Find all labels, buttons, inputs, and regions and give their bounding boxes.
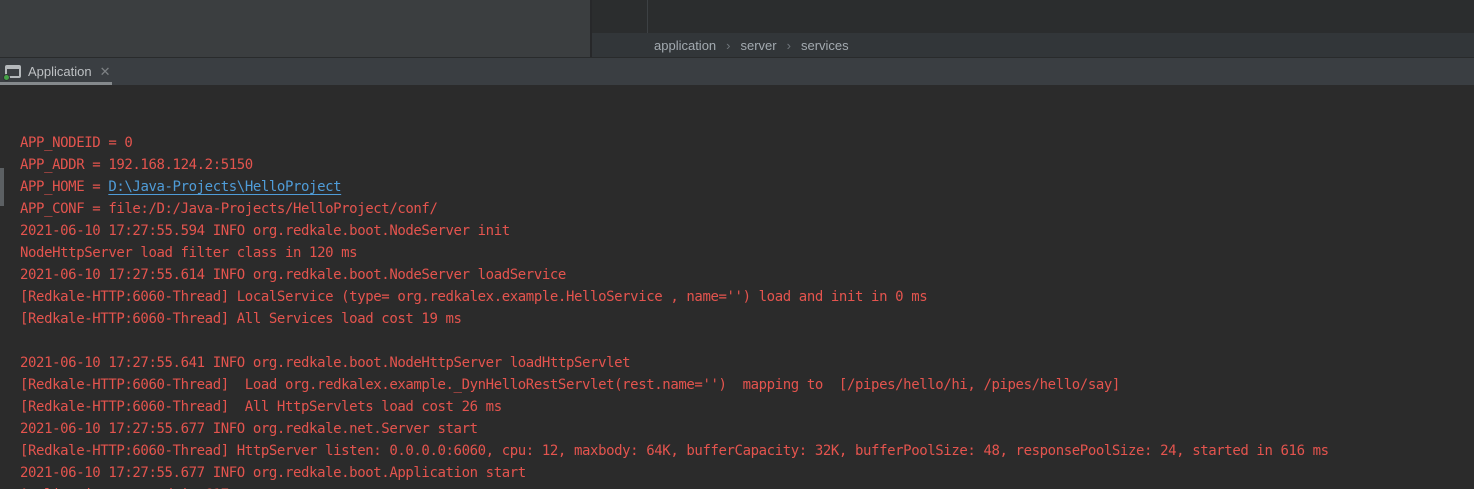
breadcrumb-item-application[interactable]: application — [654, 38, 716, 53]
console-line: 2021-06-10 17:27:55.677 INFO org.redkale… — [20, 462, 1474, 484]
console-line: APP_HOME = D:\Java-Projects\HelloProject — [20, 176, 1474, 198]
console-line: [Redkale-HTTP:6060-Thread] All Services … — [20, 308, 1474, 330]
app-home-link[interactable]: D:\Java-Projects\HelloProject — [108, 179, 341, 195]
console-line: NodeHttpServer load filter class in 120 … — [20, 242, 1474, 264]
log-text: 2021-06-10 17:27:55.641 INFO org.redkale… — [20, 355, 630, 371]
tab-label: Application — [28, 64, 92, 79]
run-console-icon — [5, 65, 21, 78]
console-line: 2021-06-10 17:27:55.614 INFO org.redkale… — [20, 264, 1474, 286]
console-line — [20, 330, 1474, 352]
breadcrumb-item-server[interactable]: server — [741, 38, 777, 53]
console-panel: APP_NODEID = 0 APP_ADDR = 192.168.124.2:5… — [0, 85, 1474, 489]
breadcrumb-item-services[interactable]: services — [801, 38, 849, 53]
editor-panel-right — [592, 0, 1474, 33]
log-text: [Redkale-HTTP:6060-Thread] All Services … — [20, 311, 462, 327]
console-line: [Redkale-HTTP:6060-Thread] All HttpServl… — [20, 396, 1474, 418]
log-text: APP_ADDR = 192.168.124.2:5150 — [20, 157, 253, 173]
console-line: [Redkale-HTTP:6060-Thread] HttpServer li… — [20, 440, 1474, 462]
console-line: 2021-06-10 17:27:55.594 INFO org.redkale… — [20, 220, 1474, 242]
log-text: APP_HOME = — [20, 179, 108, 195]
console-line: Application started in 617 ms — [20, 484, 1474, 489]
log-text: NodeHttpServer load filter class in 120 … — [20, 245, 357, 261]
tab-application[interactable]: Application ✕ — [0, 59, 119, 83]
run-toolwindow-tab-bar: Application ✕ — [0, 57, 1474, 85]
running-status-dot — [3, 74, 10, 81]
log-text: [Redkale-HTTP:6060-Thread] LocalService … — [20, 289, 927, 305]
console-output: APP_NODEID = 0 APP_ADDR = 192.168.124.2:5… — [20, 132, 1474, 489]
console-line: [Redkale-HTTP:6060-Thread] LocalService … — [20, 286, 1474, 308]
console-line: [Redkale-HTTP:6060-Thread] Load org.redk… — [20, 374, 1474, 396]
log-text: 2021-06-10 17:27:55.677 INFO org.redkale… — [20, 421, 478, 437]
console-line: 2021-06-10 17:27:55.641 INFO org.redkale… — [20, 352, 1474, 374]
log-text: [Redkale-HTTP:6060-Thread] All HttpServl… — [20, 399, 502, 415]
console-line: APP_CONF = file:/D:/Java-Projects/HelloP… — [20, 198, 1474, 220]
breadcrumb-separator: › — [787, 38, 791, 53]
editor-panel-left — [0, 0, 590, 57]
log-text: [Redkale-HTTP:6060-Thread] Load org.redk… — [20, 377, 1120, 393]
editor-divider-line — [647, 0, 648, 33]
log-text: 2021-06-10 17:27:55.594 INFO org.redkale… — [20, 223, 510, 239]
log-text: 2021-06-10 17:27:55.614 INFO org.redkale… — [20, 267, 566, 283]
tab-close-icon[interactable]: ✕ — [100, 65, 111, 78]
scrollbar-thumb-vertical[interactable] — [0, 168, 4, 206]
breadcrumb-separator: › — [726, 38, 730, 53]
log-text: [Redkale-HTTP:6060-Thread] HttpServer li… — [20, 443, 1329, 459]
console-line: 2021-06-10 17:27:55.677 INFO org.redkale… — [20, 418, 1474, 440]
console-line: APP_NODEID = 0 — [20, 132, 1474, 154]
log-text: APP_CONF = file:/D:/Java-Projects/HelloP… — [20, 201, 438, 217]
log-text: 2021-06-10 17:27:55.677 INFO org.redkale… — [20, 465, 526, 481]
console-line: APP_ADDR = 192.168.124.2:5150 — [20, 154, 1474, 176]
log-text: APP_NODEID = 0 — [20, 135, 132, 151]
breadcrumb: application › server › services — [592, 33, 1474, 57]
